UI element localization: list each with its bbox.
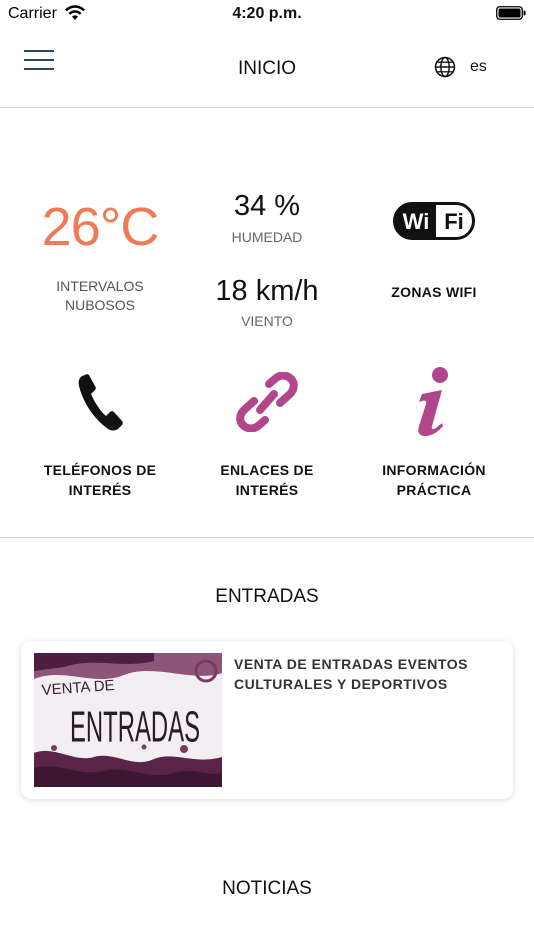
wifi-logo-icon[interactable]: Wi Fi (393, 202, 475, 240)
tickets-card-title-line1: VENTA DE ENTRADAS EVENTOS (234, 656, 468, 672)
battery-icon (496, 6, 526, 20)
humidity-label: HUMEDAD (231, 229, 303, 245)
tickets-image-big-text: ENTRADAS (70, 702, 200, 751)
status-time: 4:20 p.m. (232, 5, 302, 22)
wifi-zones-label[interactable]: ZONAS WIFI (334, 284, 534, 300)
tickets-card-title-line2: CULTURALES Y DEPORTIVOS (234, 676, 448, 692)
phone-icon[interactable] (76, 372, 124, 434)
wifi-logo-text-right: Fi (444, 209, 464, 234)
practical-info-label[interactable]: INFORMACIÓN PRÁCTICA (334, 460, 534, 500)
tickets-card-title[interactable]: VENTA DE ENTRADAS EVENTOS CULTURALES Y D… (234, 654, 504, 694)
language-label: es (470, 58, 487, 75)
language-selector[interactable]: es (434, 55, 487, 79)
humidity-value: 34 % (233, 190, 301, 222)
info-label-line2: PRÁCTICA (396, 482, 472, 498)
info-icon[interactable] (412, 366, 454, 438)
link-chain-icon[interactable] (236, 372, 298, 432)
wind-label: VIENTO (241, 313, 293, 329)
tickets-card-image: VENTA DE ENTRADAS (34, 653, 222, 787)
noticias-section-title: NOTICIAS (222, 878, 312, 899)
globe-icon (434, 56, 456, 78)
tickets-card[interactable]: VENTA DE ENTRADAS VENTA DE ENTRADAS EVEN… (21, 641, 513, 799)
info-label-line1: INFORMACIÓN (382, 462, 486, 478)
section-divider (0, 537, 534, 538)
wifi-logo-text-left: Wi (403, 209, 430, 234)
entradas-section-title: ENTRADAS (215, 586, 319, 607)
status-bar: Carrier 4:20 p.m. (0, 0, 534, 30)
app-header: INICIO es (0, 40, 534, 108)
